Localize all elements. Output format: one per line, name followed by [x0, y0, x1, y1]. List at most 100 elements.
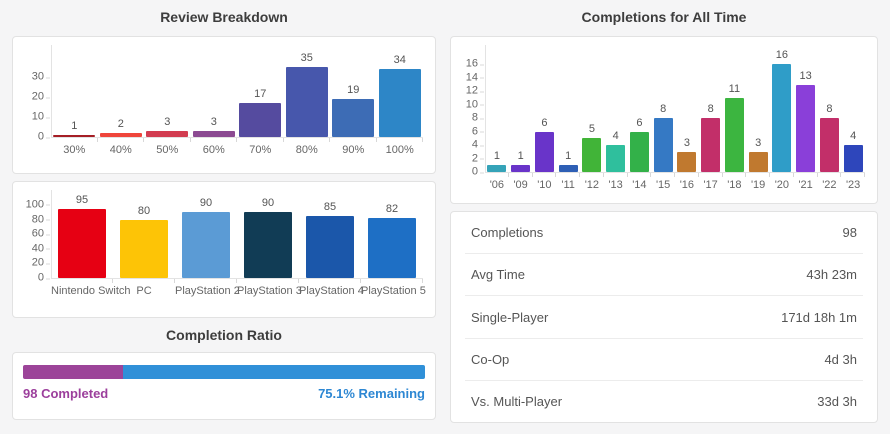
bar-wrap: 6	[533, 49, 557, 172]
plot-area: 130%240%350%360%1770%3580%1990%34100%	[51, 49, 423, 159]
right-column: Completions for All Time 02468101214161'…	[450, 0, 878, 423]
bar-value-label: 16	[776, 49, 788, 61]
bar-19[interactable]	[749, 152, 768, 172]
stat-row-single-player: Single-Player 171d 18h 1m	[465, 296, 863, 338]
review-breakdown-panel: 0102030130%240%350%360%1770%3580%1990%34…	[12, 36, 436, 174]
y-axis-tick: 0	[472, 167, 478, 178]
y-axis-tick: 6	[472, 126, 478, 137]
bar-wrap: 85	[299, 194, 361, 278]
bar-18[interactable]	[725, 98, 744, 172]
x-axis-label: '11	[556, 172, 580, 194]
ratio-remaining-segment[interactable]	[123, 365, 425, 379]
bar-playstation-3[interactable]	[244, 212, 292, 278]
bar-17[interactable]	[701, 118, 720, 172]
bar-15[interactable]	[654, 118, 673, 172]
ratio-completed-segment[interactable]	[23, 365, 123, 379]
bar-22[interactable]	[820, 118, 839, 172]
x-axis-label: 30%	[51, 137, 98, 159]
x-axis-label: '22	[818, 172, 842, 194]
bar-10[interactable]	[535, 132, 554, 172]
bar-value-label: 95	[76, 194, 88, 206]
bar-23[interactable]	[844, 145, 863, 172]
bar-value-label: 1	[518, 150, 524, 162]
bar-70[interactable]	[239, 103, 281, 137]
chart-column: 4'23	[841, 49, 865, 194]
ratio-remaining-label: 75.1% Remaining	[318, 386, 425, 401]
bar-value-label: 1	[565, 150, 571, 162]
chart-column: 1770%	[237, 49, 284, 159]
chart-column: 5'12	[580, 49, 604, 194]
y-axis-tick: 16	[466, 59, 478, 70]
bar-wrap: 3	[746, 49, 770, 172]
bar-value-label: 8	[826, 103, 832, 115]
bar-wrap: 1	[485, 49, 509, 172]
bar-20[interactable]	[772, 64, 791, 172]
platform-scores-chart: 02040608010095Nintendo Switch80PC90PlayS…	[21, 194, 423, 300]
bar-16[interactable]	[677, 152, 696, 172]
y-axis-tick: 20	[32, 92, 44, 103]
bar-playstation-4[interactable]	[306, 216, 354, 278]
stat-label: Single-Player	[471, 310, 548, 325]
y-axis: 0246810121416	[459, 49, 485, 172]
completion-ratio-bar	[23, 365, 425, 379]
bar-value-label: 1	[71, 120, 77, 132]
stat-value: 43h 23m	[806, 267, 857, 282]
bar-wrap: 1	[509, 49, 533, 172]
stat-label: Co-Op	[471, 352, 509, 367]
bar-pc[interactable]	[120, 220, 168, 278]
bar-value-label: 19	[347, 84, 359, 96]
chart-column: 240%	[98, 49, 145, 159]
bar-nintendo-switch[interactable]	[58, 209, 106, 278]
chart-column: 8 '22	[818, 49, 842, 194]
completions-all-time-title: Completions for All Time	[450, 9, 878, 25]
x-axis-label: Nintendo Switch	[51, 278, 113, 300]
y-axis-tick: 0	[38, 132, 44, 143]
bar-21[interactable]	[796, 85, 815, 172]
chart-column: 6'14	[628, 49, 652, 194]
bar-wrap: 90	[237, 194, 299, 278]
chart-column: 3580%	[284, 49, 331, 159]
x-axis-label: 50%	[144, 137, 191, 159]
y-axis-tick: 12	[466, 86, 478, 97]
bar-value-label: 5	[589, 123, 595, 135]
bar-value-label: 3	[211, 116, 217, 128]
x-axis-label: '20	[770, 172, 794, 194]
bar-13[interactable]	[606, 145, 625, 172]
stats-dashboard: Review Breakdown 0102030130%240%350%360%…	[0, 0, 890, 423]
bar-value-label: 90	[200, 197, 212, 209]
bar-09[interactable]	[511, 165, 530, 172]
bar-80[interactable]	[286, 67, 328, 137]
bar-wrap: 3	[144, 49, 191, 137]
bar-100[interactable]	[379, 69, 421, 137]
x-axis-label: PC	[113, 278, 175, 300]
bar-value-label: 4	[850, 130, 856, 142]
bar-wrap: 8	[699, 49, 723, 172]
bar-11[interactable]	[559, 165, 578, 172]
bar-90[interactable]	[332, 99, 374, 137]
bar-playstation-5[interactable]	[368, 218, 416, 278]
x-axis-label: '14	[628, 172, 652, 194]
chart-column: 1'09	[509, 49, 533, 194]
bar-12[interactable]	[582, 138, 601, 172]
bar-playstation-2[interactable]	[182, 212, 230, 278]
stat-value: 98	[843, 225, 857, 240]
y-axis-tick: 30	[32, 72, 44, 83]
bar-wrap: 8	[818, 49, 842, 172]
bar-06[interactable]	[487, 165, 506, 172]
bar-value-label: 82	[386, 203, 398, 215]
bar-value-label: 80	[138, 205, 150, 217]
bar-14[interactable]	[630, 132, 649, 172]
bar-value-label: 11	[729, 83, 740, 95]
bar-wrap: 4	[841, 49, 865, 172]
x-axis-label: '16	[675, 172, 699, 194]
chart-column: 8'15	[651, 49, 675, 194]
completions-all-time-panel: 02468101214161'061'096'101'115'124'136'1…	[450, 36, 878, 204]
y-axis-tick: 80	[32, 214, 44, 225]
y-axis-tick: 2	[472, 153, 478, 164]
chart-column: 85PlayStation 4	[299, 194, 361, 300]
bar-value-label: 8	[660, 103, 666, 115]
left-column: Review Breakdown 0102030130%240%350%360%…	[12, 0, 436, 423]
stat-value: 4d 3h	[824, 352, 857, 367]
bar-wrap: 17	[237, 49, 284, 137]
x-axis-label: '18	[723, 172, 747, 194]
